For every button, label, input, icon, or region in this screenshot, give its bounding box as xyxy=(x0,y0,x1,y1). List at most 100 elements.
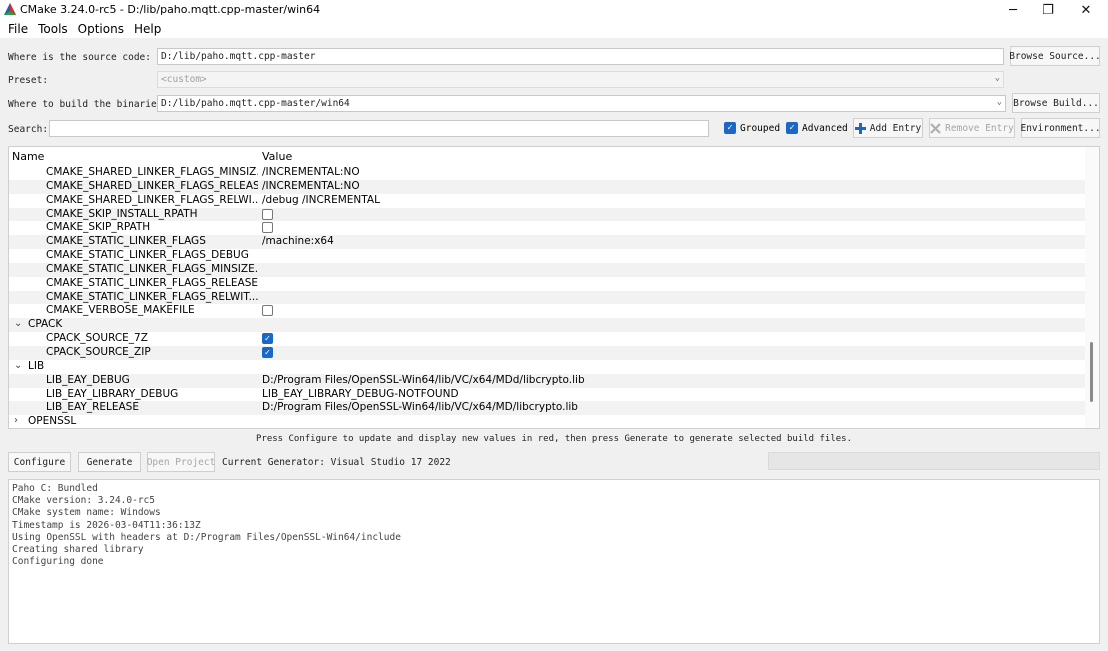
group-row[interactable]: ⌄ LIB xyxy=(9,360,1085,374)
log-line: Timestamp is 2026-03-04T11:36:13Z xyxy=(12,519,201,531)
value-checkbox[interactable]: ✓ xyxy=(262,346,273,358)
add-entry-button[interactable]: Add Entry xyxy=(853,118,923,138)
variable-name: LIB_EAY_DEBUG xyxy=(46,373,130,386)
scrollbar-thumb[interactable] xyxy=(1090,342,1093,402)
variable-name: CMAKE_STATIC_LINKER_FLAGS_MINSIZE... xyxy=(46,262,258,275)
variable-name: CPACK xyxy=(28,318,63,331)
grouped-checkbox[interactable]: ✓ Grouped xyxy=(724,122,780,134)
variable-name: OPENSSL xyxy=(28,415,77,428)
variable-name: CMAKE_VERBOSE_MAKEFILE xyxy=(46,304,195,317)
group-row[interactable]: › OPENSSL xyxy=(9,415,1085,428)
browse-source-button[interactable]: Browse Source... xyxy=(1009,46,1101,66)
chevron-down-icon: ⌄ xyxy=(994,73,1000,83)
menu-options[interactable]: Options xyxy=(73,22,129,36)
table-row[interactable]: CMAKE_STATIC_LINKER_FLAGS_RELEASE xyxy=(9,277,1085,291)
search-input[interactable] xyxy=(49,120,709,137)
search-label: Search: xyxy=(8,124,49,135)
remove-icon xyxy=(930,122,941,134)
build-path-value: D:/lib/paho.mqtt.cpp-master/win64 xyxy=(161,98,350,109)
variable-value[interactable]: /debug /INCREMENTAL xyxy=(262,194,380,206)
table-row[interactable]: CMAKE_STATIC_LINKER_FLAGS_DEBUG xyxy=(9,249,1085,263)
remove-entry-button[interactable]: Remove Entry xyxy=(929,118,1015,138)
variable-value[interactable]: D:/Program Files/OpenSSL-Win64/lib/VC/x6… xyxy=(262,401,578,413)
table-row[interactable]: CMAKE_STATIC_LINKER_FLAGS_MINSIZE... xyxy=(9,262,1085,277)
title-bar: CMake 3.24.0-rc5 - D:/lib/paho.mqtt.cpp-… xyxy=(0,0,1108,20)
browse-build-button[interactable]: Browse Build... xyxy=(1012,93,1100,113)
chevron-down-icon[interactable]: ⌄ xyxy=(14,360,22,371)
current-generator: Current Generator: Visual Studio 17 2022 xyxy=(222,457,451,468)
variable-value[interactable]: /machine:x64 xyxy=(262,235,334,247)
variable-value[interactable]: /INCREMENTAL:NO xyxy=(262,180,360,192)
value-checkbox[interactable] xyxy=(262,208,273,220)
table-row[interactable]: CMAKE_SHARED_LINKER_FLAGS_MINSIZ... /INCR… xyxy=(9,166,1085,180)
chevron-right-icon[interactable]: › xyxy=(14,415,18,426)
cache-variables-table[interactable]: Name Value CMAKE_SHARED_LINKER_FLAGS_MIN… xyxy=(8,146,1100,429)
variable-name: CMAKE_SKIP_RPATH xyxy=(46,221,151,234)
variable-name: CMAKE_STATIC_LINKER_FLAGS_RELWIT... xyxy=(46,290,258,303)
status-hint: Press Configure to update and display ne… xyxy=(255,434,853,444)
variable-name: CMAKE_SHARED_LINKER_FLAGS_MINSIZ... xyxy=(46,166,258,178)
preset-value: <custom> xyxy=(161,74,207,85)
table-header: Name Value xyxy=(9,147,1085,165)
maximize-button[interactable]: ❐ xyxy=(1028,0,1068,20)
progress-bar xyxy=(768,452,1100,470)
table-row[interactable]: CMAKE_SHARED_LINKER_FLAGS_RELEASE/INCREM… xyxy=(9,179,1085,194)
table-row[interactable]: CMAKE_STATIC_LINKER_FLAGS/machine:x64 xyxy=(9,235,1085,250)
preset-select: <custom> ⌄ xyxy=(157,71,1004,88)
menu-file[interactable]: File xyxy=(3,22,33,36)
log-line: Configuring done xyxy=(12,556,104,568)
variable-value[interactable]: D:/Program Files/OpenSSL-Win64/lib/VC/x6… xyxy=(262,374,585,386)
table-row[interactable]: LIB_EAY_RELEASE D:/Program Files/OpenSSL-… xyxy=(9,401,1085,416)
table-row[interactable]: CPACK_SOURCE_ZIP ✓ xyxy=(9,345,1085,360)
chevron-down-icon[interactable]: ⌄ xyxy=(14,318,22,329)
table-row[interactable]: CPACK_SOURCE_7Z ✓ xyxy=(9,332,1085,346)
table-row[interactable]: LIB_EAY_LIBRARY_DEBUG LIB_EAY_LIBRARY_DEB… xyxy=(9,388,1085,402)
value-checkbox[interactable] xyxy=(262,222,273,234)
variable-value[interactable]: LIB_EAY_LIBRARY_DEBUG-NOTFOUND xyxy=(262,388,459,400)
table-row[interactable]: CMAKE_VERBOSE_MAKEFILE xyxy=(9,304,1085,318)
log-line: CMake version: 3.24.0-rc5 xyxy=(12,495,155,507)
variable-value[interactable]: /INCREMENTAL:NO xyxy=(262,166,360,178)
table-row[interactable]: CMAKE_STATIC_LINKER_FLAGS_RELWIT... xyxy=(9,290,1085,305)
source-path-input[interactable]: D:/lib/paho.mqtt.cpp-master xyxy=(157,48,1004,65)
variable-name: CMAKE_STATIC_LINKER_FLAGS_RELEASE xyxy=(46,276,258,289)
table-row[interactable]: CMAKE_SKIP_RPATH xyxy=(9,221,1085,235)
close-button[interactable]: ✕ xyxy=(1066,0,1106,20)
vertical-scrollbar[interactable] xyxy=(1085,147,1099,428)
build-label: Where to build the binaries: xyxy=(8,99,169,110)
table-rows: CMAKE_SHARED_LINKER_FLAGS_MINSIZ... /INCR… xyxy=(9,166,1085,428)
variable-name: CPACK_SOURCE_ZIP xyxy=(46,345,151,358)
column-name-header[interactable]: Name xyxy=(12,150,44,163)
build-path-combo[interactable]: D:/lib/paho.mqtt.cpp-master/win64 ⌄ xyxy=(157,95,1006,112)
plus-icon xyxy=(854,122,866,134)
output-log[interactable]: Paho C: Bundled CMake version: 3.24.0-rc5… xyxy=(8,479,1100,644)
add-entry-label: Add Entry xyxy=(869,122,922,134)
variable-name: CMAKE_STATIC_LINKER_FLAGS_DEBUG xyxy=(46,249,249,262)
log-line: CMake system name: Windows xyxy=(12,507,161,519)
menu-tools[interactable]: Tools xyxy=(33,22,73,36)
log-line: Creating shared library xyxy=(12,544,144,556)
table-row[interactable]: LIB_EAY_DEBUG D:/Program Files/OpenSSL-Wi… xyxy=(9,373,1085,388)
value-checkbox[interactable]: ✓ xyxy=(262,333,273,345)
advanced-checkbox[interactable]: ✓ Advanced xyxy=(786,122,848,134)
menu-bar: File Tools Options Help xyxy=(0,20,1108,38)
open-project-button[interactable]: Open Project xyxy=(147,452,215,472)
table-row[interactable]: CMAKE_SKIP_INSTALL_RPATH xyxy=(9,207,1085,222)
advanced-label: Advanced xyxy=(802,122,848,134)
table-row[interactable]: CMAKE_SHARED_LINKER_FLAGS_RELWI... /debug… xyxy=(9,194,1085,208)
check-icon: ✓ xyxy=(724,122,736,134)
source-label: Where is the source code: xyxy=(8,52,151,63)
group-row[interactable]: ⌄ CPACK xyxy=(9,318,1085,333)
configure-button[interactable]: Configure xyxy=(8,452,71,472)
variable-name: CMAKE_SHARED_LINKER_FLAGS_RELEASE xyxy=(46,179,258,192)
generate-button[interactable]: Generate xyxy=(78,452,141,472)
column-value-header[interactable]: Value xyxy=(262,150,292,163)
environment-button[interactable]: Environment... xyxy=(1020,118,1101,138)
chevron-down-icon[interactable]: ⌄ xyxy=(997,97,1002,107)
variable-name: CMAKE_SHARED_LINKER_FLAGS_RELWI... xyxy=(46,193,258,206)
variable-name: LIB_EAY_RELEASE xyxy=(46,401,139,414)
preset-label: Preset: xyxy=(8,75,49,86)
menu-help[interactable]: Help xyxy=(129,22,166,36)
value-checkbox[interactable] xyxy=(262,305,273,317)
minimize-button[interactable]: ─ xyxy=(993,0,1033,20)
